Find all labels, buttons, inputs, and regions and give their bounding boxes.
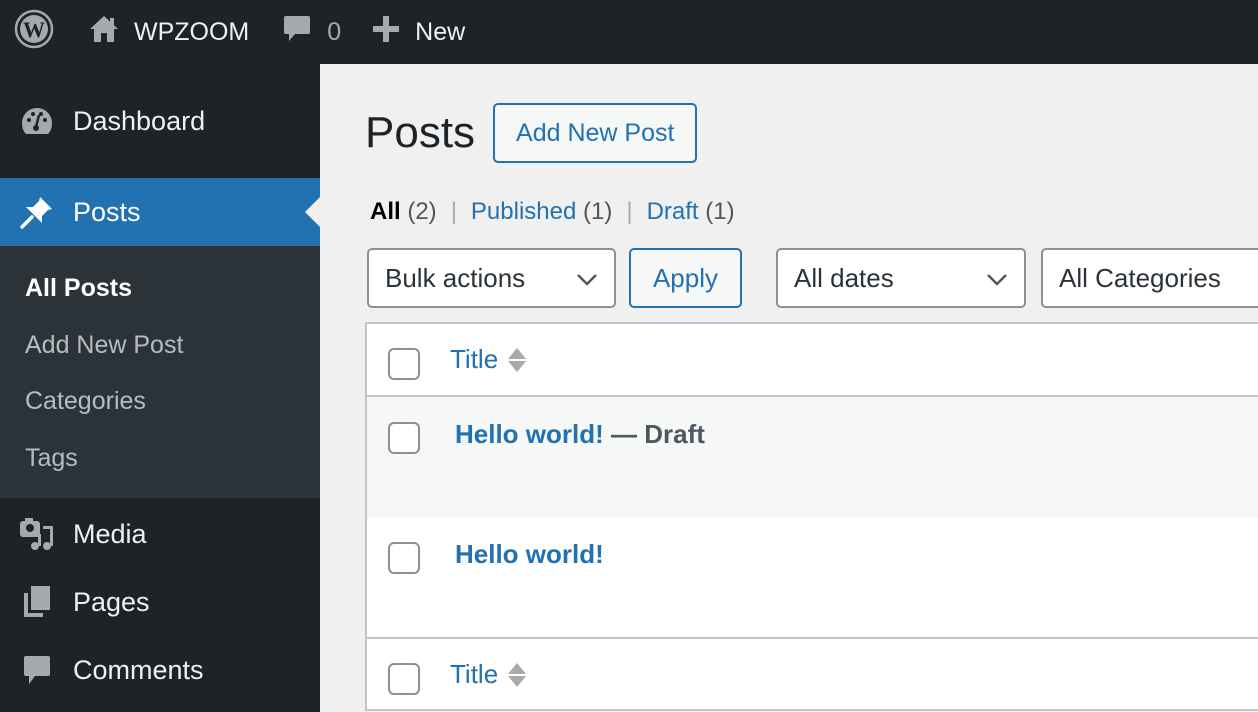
sidebar-item-pages[interactable]: Pages [0,568,320,636]
table-row: Hello world! [367,517,1258,637]
view-separator: | [626,198,633,225]
apply-button[interactable]: Apply [629,248,742,308]
heading-row: Posts Add New Post [365,103,698,163]
dates-filter-select[interactable]: All dates [776,248,1026,308]
dashboard-gauge-icon [18,102,56,140]
admin-bar: W WPZOOM 0 New [0,0,1258,64]
site-name: WPZOOM [134,17,250,46]
post-title-cell: Hello world! [455,539,604,570]
post-state: — Draft [603,419,705,449]
view-draft[interactable]: Draft (1) [647,198,735,226]
sidebar-item-label: Media [73,518,147,549]
comment-bubble-icon [283,14,311,51]
table-footer: Title [367,637,1258,709]
row-checkbox[interactable] [388,422,420,454]
select-all-checkbox-footer[interactable] [388,663,420,695]
tablenav-top: Bulk actions Apply All dates All Categor… [367,248,1258,308]
sidebar-item-label: Dashboard [73,105,206,136]
wordpress-menu[interactable]: W [0,0,88,64]
submenu-add-new-post[interactable]: Add New Post [0,317,320,374]
sort-arrows-icon [508,347,527,372]
new-label: New [415,17,466,46]
admin-sidebar: Dashboard Posts All Posts Add New Post C… [0,64,320,712]
sort-arrows-icon [508,662,527,687]
wordpress-logo-icon: W [14,9,54,56]
view-published[interactable]: Published (1) [471,198,612,226]
comments-link[interactable]: 0 [283,0,341,64]
main-content: Posts Add New Post All (2) | Published (… [320,64,1258,712]
page-title: Posts [365,108,476,157]
submenu-categories[interactable]: Categories [0,373,320,430]
pushpin-icon [18,193,56,231]
select-all-checkbox[interactable] [388,348,420,380]
view-all[interactable]: All (2) [370,198,437,226]
table-row: Hello world! — Draft [367,397,1258,517]
sidebar-item-label: Pages [73,586,150,617]
post-title-link[interactable]: Hello world! [455,539,604,569]
chevron-down-icon [576,263,598,294]
site-name-link[interactable]: WPZOOM [88,0,249,64]
comment-bubble-icon [18,651,56,689]
sidebar-item-comments[interactable]: Comments [0,636,320,704]
view-separator: | [450,198,457,225]
submenu-all-posts[interactable]: All Posts [0,260,320,317]
sort-by-title-footer[interactable]: Title [450,659,527,690]
sidebar-item-media[interactable]: Media [0,500,320,568]
posts-table: Title Hello world! — Draft Hello world! … [365,322,1258,711]
sidebar-item-label: Posts [73,196,141,227]
categories-filter-select[interactable]: All Categories [1041,248,1258,308]
bulk-actions-select[interactable]: Bulk actions [367,248,616,308]
submenu-tags[interactable]: Tags [0,430,320,487]
media-camera-music-icon [18,515,56,553]
pages-icon [18,583,56,621]
home-icon [88,14,120,51]
plus-icon [373,15,400,49]
add-new-post-button[interactable]: Add New Post [493,103,698,163]
posts-submenu: All Posts Add New Post Categories Tags [0,246,320,498]
sort-by-title-header[interactable]: Title [450,344,527,375]
svg-text:W: W [23,17,45,42]
table-header: Title [367,324,1258,397]
sidebar-item-posts[interactable]: Posts [0,178,320,246]
sidebar-item-label: Comments [73,654,204,685]
post-status-views: All (2) | Published (1) | Draft (1) [370,198,735,226]
sidebar-item-dashboard[interactable]: Dashboard [0,64,320,178]
new-content-menu[interactable]: New [373,0,465,64]
comments-count: 0 [327,17,342,46]
post-title-cell: Hello world! — Draft [455,419,705,450]
row-checkbox[interactable] [388,542,420,574]
chevron-down-icon [986,263,1008,294]
post-title-link[interactable]: Hello world! [455,419,604,449]
